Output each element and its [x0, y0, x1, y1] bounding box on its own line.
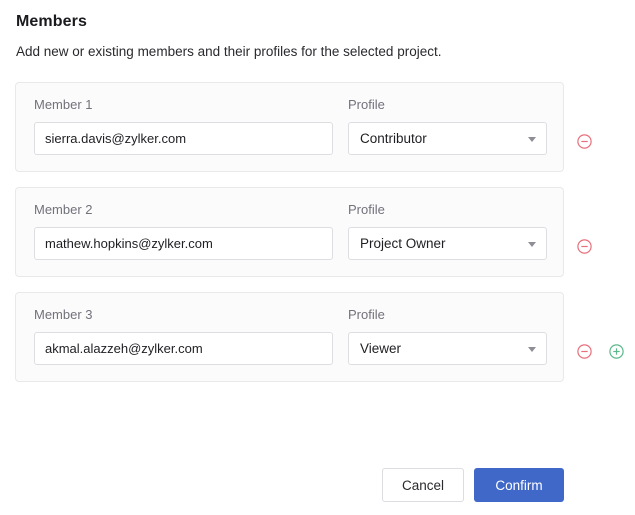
member-row: Member 3 Profile Viewer	[15, 292, 635, 382]
minus-circle-icon[interactable]	[577, 238, 592, 254]
row-actions-2	[577, 211, 592, 254]
profile-field-group-2: Profile Project Owner	[348, 202, 547, 260]
member-email-input-3[interactable]	[34, 332, 333, 365]
profile-label-2: Profile	[348, 202, 385, 217]
member-card-1: Member 1 Profile Contributor	[15, 82, 564, 172]
plus-circle-icon[interactable]	[609, 343, 624, 359]
member-label-2: Member 2	[34, 202, 93, 217]
profile-select-2[interactable]: Project Owner	[348, 227, 547, 260]
confirm-button[interactable]: Confirm	[474, 468, 564, 502]
dialog-footer: Cancel Confirm	[0, 468, 635, 502]
members-list: Member 1 Profile Contributor	[0, 82, 635, 382]
profile-select-wrap-3: Viewer	[348, 332, 547, 365]
member-label-1: Member 1	[34, 97, 93, 112]
member-field-group-1: Member 1	[34, 97, 347, 155]
cancel-button[interactable]: Cancel	[382, 468, 464, 502]
member-row: Member 2 Profile Project Owner	[15, 187, 635, 277]
page-title: Members	[16, 13, 87, 30]
member-email-input-1[interactable]	[34, 122, 333, 155]
dialog-header: Members Add new or existing members and …	[0, 0, 635, 60]
minus-circle-icon[interactable]	[577, 343, 592, 359]
profile-label-3: Profile	[348, 307, 385, 322]
member-email-input-2[interactable]	[34, 227, 333, 260]
member-card-3: Member 3 Profile Viewer	[15, 292, 564, 382]
profile-label-1: Profile	[348, 97, 385, 112]
member-field-group-3: Member 3	[34, 307, 347, 365]
page-subtitle: Add new or existing members and their pr…	[16, 44, 442, 59]
profile-select-3[interactable]: Viewer	[348, 332, 547, 365]
profile-select-wrap-2: Project Owner	[348, 227, 547, 260]
members-dialog: Members Add new or existing members and …	[0, 0, 635, 515]
profile-select-1[interactable]: Contributor	[348, 122, 547, 155]
profile-field-group-3: Profile Viewer	[348, 307, 547, 365]
row-actions-3	[577, 316, 624, 359]
member-label-3: Member 3	[34, 307, 93, 322]
member-card-2: Member 2 Profile Project Owner	[15, 187, 564, 277]
profile-select-wrap-1: Contributor	[348, 122, 547, 155]
member-field-group-2: Member 2	[34, 202, 347, 260]
row-actions-1	[577, 106, 592, 149]
member-row: Member 1 Profile Contributor	[15, 82, 635, 172]
profile-field-group-1: Profile Contributor	[348, 97, 547, 155]
minus-circle-icon[interactable]	[577, 133, 592, 149]
